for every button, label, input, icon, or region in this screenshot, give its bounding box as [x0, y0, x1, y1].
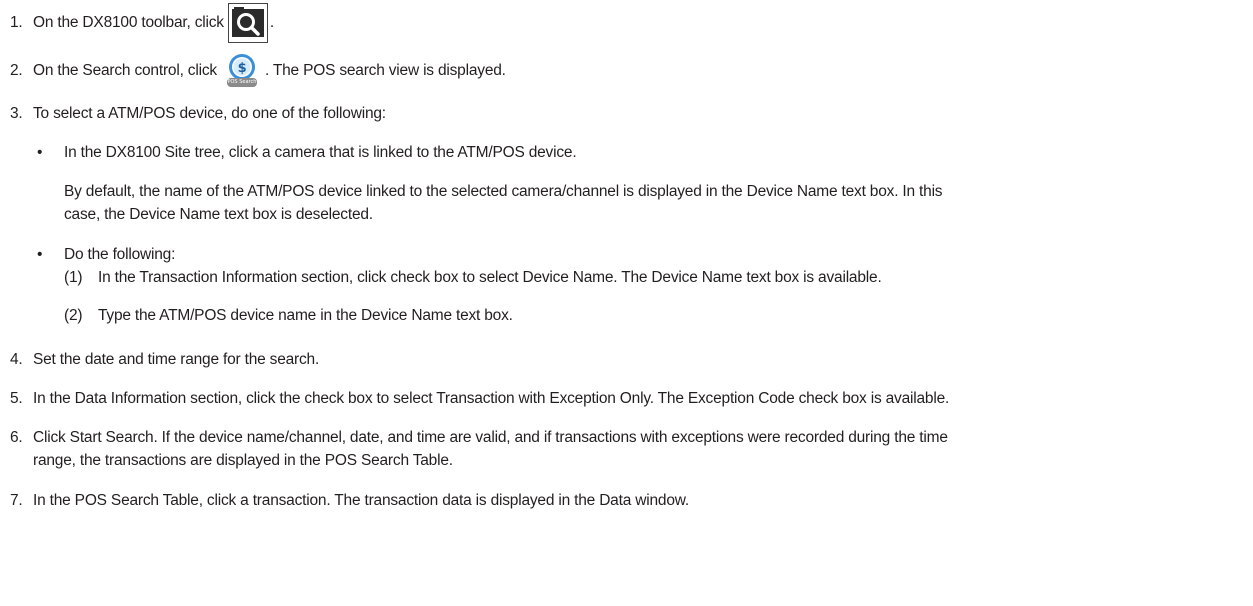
- step-2: 2. On the Search control, click $ POS Se…: [10, 52, 506, 90]
- step-number: 3.: [10, 105, 23, 122]
- option-1-note-line-1: By default, the name of the ATM/POS devi…: [64, 182, 943, 202]
- bullet: •: [37, 144, 43, 161]
- pos-search-icon: $ POS Search: [223, 52, 261, 90]
- substep-text: In the Transaction Information section, …: [98, 269, 882, 286]
- option-note: By default, the name of the ATM/POS devi…: [64, 183, 943, 200]
- step-text: In the Data Information section, click t…: [33, 390, 950, 407]
- option-2: • Do the following:: [35, 245, 1235, 265]
- substep-number: (2): [64, 307, 83, 324]
- step-text-cont: range, the transactions are displayed in…: [33, 452, 453, 469]
- step-4: 4. Set the date and time range for the s…: [10, 350, 1210, 370]
- step-text: On the DX8100 toolbar, click: [33, 14, 224, 31]
- step-7: 7. In the POS Search Table, click a tran…: [10, 491, 1210, 511]
- step-text: On the Search control, click: [33, 62, 217, 79]
- step-3: 3. To select a ATM/POS device, do one of…: [10, 104, 1210, 124]
- step-text: Set the date and time range for the sear…: [33, 351, 320, 368]
- option-1: • In the DX8100 Site tree, click a camer…: [35, 143, 1235, 163]
- substep-text: Type the ATM/POS device name in the Devi…: [98, 307, 513, 324]
- step-text-end: . The POS search view is displayed.: [264, 62, 506, 79]
- option-1-note-line-2: case, the Device Name text box is desele…: [64, 205, 373, 225]
- step-6-line-2: range, the transactions are displayed in…: [33, 451, 453, 471]
- step-text: To select a ATM/POS device, do one of th…: [33, 105, 386, 122]
- step-number: 2.: [10, 62, 23, 79]
- step-text-end: .: [269, 14, 274, 31]
- step-number: 7.: [10, 492, 23, 509]
- step-text: In the POS Search Table, click a transac…: [33, 492, 689, 509]
- step-number: 5.: [10, 390, 23, 407]
- option-note-cont: case, the Device Name text box is desele…: [64, 206, 373, 223]
- bullet: •: [37, 246, 43, 263]
- option-text: Do the following:: [64, 246, 176, 263]
- svg-text:$: $: [238, 61, 247, 76]
- search-toolbar-icon: [227, 3, 268, 43]
- substep-1: (1) In the Transaction Information secti…: [64, 268, 1214, 288]
- substep-2: (2) Type the ATM/POS device name in the …: [64, 306, 1214, 326]
- step-number: 6.: [10, 429, 23, 446]
- step-5: 5. In the Data Information section, clic…: [10, 389, 1245, 409]
- substep-number: (1): [64, 269, 83, 286]
- step-number: 4.: [10, 351, 23, 368]
- step-6: 6. Click Start Search. If the device nam…: [10, 428, 1245, 448]
- option-text: In the DX8100 Site tree, click a camera …: [64, 144, 577, 161]
- pos-search-icon-label: POS Search: [226, 78, 257, 87]
- step-number: 1.: [10, 14, 23, 31]
- step-text: Click Start Search. If the device name/c…: [33, 429, 948, 446]
- step-1: 1. On the DX8100 toolbar, click .: [10, 3, 274, 43]
